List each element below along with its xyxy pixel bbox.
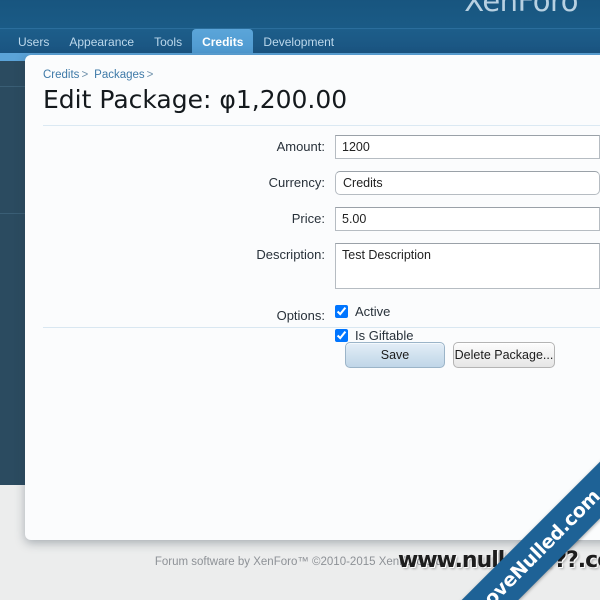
amount-label: Amount: bbox=[276, 139, 325, 154]
is-giftable-label[interactable]: Is Giftable bbox=[355, 328, 414, 343]
form-row-amount: Amount: bbox=[25, 135, 600, 159]
nav-tab-list: Users Appearance Tools Credits Developme… bbox=[0, 29, 344, 54]
breadcrumb-separator-1: > bbox=[81, 69, 89, 81]
title-divider bbox=[43, 125, 600, 126]
content-panel: Credits > Packages > Edit Package: φ1,200.0… bbox=[25, 55, 600, 540]
form-row-price: Price: bbox=[25, 207, 600, 231]
save-button[interactable]: Save bbox=[345, 342, 445, 368]
masthead: XenForo bbox=[0, 0, 600, 28]
breadcrumb-item-packages[interactable]: Packages bbox=[94, 69, 145, 81]
button-divider bbox=[43, 327, 600, 328]
nav-tab-credits[interactable]: Credits bbox=[192, 29, 254, 54]
form-button-bar: Save Delete Package... bbox=[345, 342, 555, 368]
breadcrumb-item-credits[interactable]: Credits bbox=[43, 69, 79, 81]
nav-tab-users[interactable]: Users bbox=[8, 29, 59, 54]
is-giftable-checkbox[interactable] bbox=[335, 329, 348, 342]
description-textarea[interactable] bbox=[335, 243, 600, 289]
page-title: Edit Package: φ1,200.00 bbox=[43, 85, 348, 114]
breadcrumb: Credits > Packages > bbox=[43, 69, 159, 81]
nav-tab-appearance[interactable]: Appearance bbox=[59, 29, 144, 54]
options-label: Options: bbox=[276, 308, 325, 323]
form-row-currency: Currency: Credits bbox=[25, 171, 600, 195]
admin-nav-bar: Users Appearance Tools Credits Developme… bbox=[0, 28, 600, 54]
currency-select[interactable]: Credits bbox=[335, 171, 600, 195]
option-active[interactable]: Active bbox=[335, 304, 600, 319]
breadcrumb-separator-2: > bbox=[146, 69, 154, 81]
nulled-url-watermark: www.nulledt???.com bbox=[398, 548, 600, 573]
description-label: Description: bbox=[256, 247, 325, 262]
amount-input[interactable] bbox=[335, 135, 600, 159]
nav-tab-tools[interactable]: Tools bbox=[144, 29, 192, 54]
active-label[interactable]: Active bbox=[355, 304, 390, 319]
price-input[interactable] bbox=[335, 207, 600, 231]
option-is-giftable[interactable]: Is Giftable bbox=[335, 328, 600, 343]
active-checkbox[interactable] bbox=[335, 305, 348, 318]
delete-package-button[interactable]: Delete Package... bbox=[453, 342, 555, 368]
price-label: Price: bbox=[291, 211, 325, 226]
form-row-description: Description: bbox=[25, 243, 600, 292]
currency-label: Currency: bbox=[268, 175, 325, 190]
edit-package-form: Amount: Currency: Credits Price: Descrip… bbox=[25, 135, 600, 364]
xenforo-logo: XenForo bbox=[464, 0, 578, 18]
nav-tab-development[interactable]: Development bbox=[253, 29, 344, 54]
